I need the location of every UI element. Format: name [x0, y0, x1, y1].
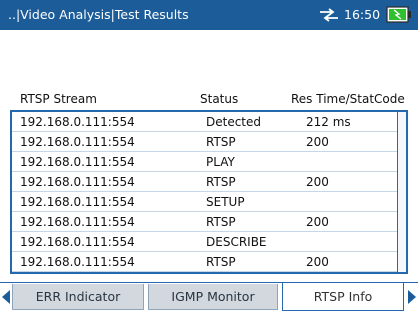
tab-scroll-right-icon[interactable]	[408, 290, 416, 304]
page-title: ..|Video Analysis|Test Results	[8, 7, 189, 22]
table-row[interactable]: 192.168.0.111:554 DESCRIBE	[12, 232, 397, 252]
status-cell: RTSP	[206, 135, 236, 149]
table-row[interactable]: 192.168.0.111:554 RTSP 200	[12, 172, 397, 192]
column-header-res-time: Res Time/StatCode	[291, 92, 405, 106]
code-cell: 200	[306, 175, 329, 189]
code-cell: 200	[306, 135, 329, 149]
battery-icon	[386, 6, 411, 23]
status-cell: RTSP	[206, 255, 236, 269]
code-cell: 212 ms	[306, 115, 351, 129]
table-row[interactable]: 192.168.0.111:554 PLAY	[12, 152, 397, 172]
vertical-scrollbar[interactable]	[397, 112, 406, 272]
stream-cell: 192.168.0.111:554	[20, 215, 135, 229]
stream-cell: 192.168.0.111:554	[20, 195, 135, 209]
stream-cell: 192.168.0.111:554	[20, 155, 135, 169]
usb-connection-icon	[320, 8, 338, 22]
code-cell: 200	[306, 255, 329, 269]
tab-label: ERR Indicator	[35, 289, 121, 304]
tab-label: IGMP Monitor	[171, 289, 255, 304]
stream-cell: 192.168.0.111:554	[20, 175, 135, 189]
status-cell: DESCRIBE	[206, 235, 267, 249]
stream-cell: 192.168.0.111:554	[20, 235, 135, 249]
column-header-status: Status	[200, 92, 239, 106]
tab-rtsp-info[interactable]: RTSP Info	[282, 283, 404, 311]
status-cell: PLAY	[206, 155, 235, 169]
status-cell: Detected	[206, 115, 262, 129]
table-row[interactable]: 192.168.0.111:554 RTSP 200	[12, 212, 397, 232]
tab-scroll-left-icon[interactable]	[2, 290, 10, 304]
table-row[interactable]: 192.168.0.111:554 RTSP 200	[12, 252, 397, 272]
tab-err-indicator[interactable]: ERR Indicator	[12, 284, 144, 310]
stream-cell: 192.168.0.111:554	[20, 115, 135, 129]
status-cell: SETUP	[206, 195, 245, 209]
tab-bar: ERR Indicator IGMP Monitor RTSP Info	[0, 282, 418, 311]
status-cell: RTSP	[206, 175, 236, 189]
status-cell: RTSP	[206, 215, 236, 229]
column-header-rtsp-stream: RTSP Stream	[20, 92, 97, 106]
tab-label: RTSP Info	[313, 289, 373, 304]
rtsp-table[interactable]: 192.168.0.111:554 Detected 212 ms 192.16…	[10, 110, 408, 274]
table-row[interactable]: 192.168.0.111:554 SETUP	[12, 192, 397, 212]
table-row[interactable]: 192.168.0.111:554 RTSP 200	[12, 132, 397, 152]
code-cell: 200	[306, 215, 329, 229]
title-bar: ..|Video Analysis|Test Results 16:50	[0, 0, 418, 30]
stream-cell: 192.168.0.111:554	[20, 255, 135, 269]
tab-igmp-monitor[interactable]: IGMP Monitor	[148, 284, 278, 310]
table-row[interactable]: 192.168.0.111:554 Detected 212 ms	[12, 112, 397, 132]
stream-cell: 192.168.0.111:554	[20, 135, 135, 149]
clock: 16:50	[344, 7, 381, 22]
